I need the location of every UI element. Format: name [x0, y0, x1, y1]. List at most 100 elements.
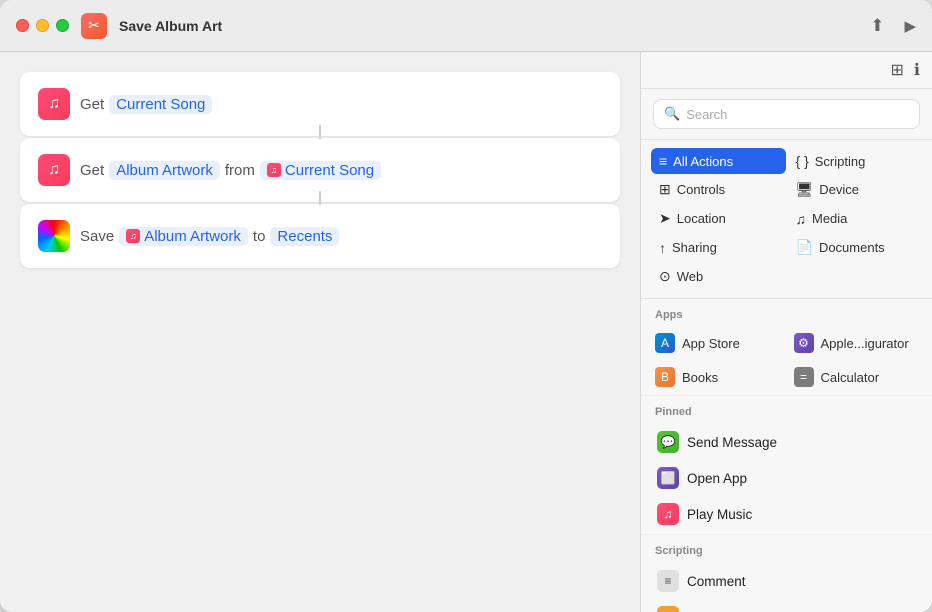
configurator-icon: ⚙ — [794, 333, 814, 353]
cat-media-label: Media — [812, 211, 847, 226]
pinned-play-music-label: Play Music — [687, 507, 752, 522]
cat-web[interactable]: ⊙ Web — [651, 263, 786, 290]
panel-header-buttons: ⊞ ℹ — [641, 52, 932, 89]
window-title: Save Album Art — [119, 18, 222, 34]
cat-documents[interactable]: 📄 Documents — [788, 234, 923, 261]
show-result-icon: ▣ — [657, 606, 679, 612]
add-button[interactable]: ⊞ — [891, 60, 904, 80]
app-item-books[interactable]: B Books — [649, 361, 786, 393]
actions-panel: ⊞ ℹ 🔍 ≡ All Actions { } Scripting — [640, 52, 932, 612]
scripting-comment[interactable]: ≡ Comment — [649, 563, 924, 599]
app-books-label: Books — [682, 370, 718, 385]
verb-1: Get — [80, 96, 104, 113]
action-text-3: Save ♫ Album Artwork to Recents — [80, 227, 339, 246]
cat-controls[interactable]: ⊞ Controls — [651, 176, 786, 203]
apps-grid: A App Store ⚙ Apple...igurator B Books =… — [641, 325, 932, 396]
search-input[interactable] — [686, 107, 909, 122]
pinned-section-label: Pinned — [641, 396, 932, 422]
app-configurator-label: Apple...igurator — [821, 336, 909, 351]
cat-all-actions[interactable]: ≡ All Actions — [651, 148, 786, 174]
pill-music-icon: ♫ — [267, 163, 281, 177]
scripting-list: ≡ Comment ▣ Show Result ⚠ Show Alert ? A… — [641, 561, 932, 612]
cat-location-label: Location — [677, 211, 726, 226]
cat-documents-icon: 📄 — [796, 239, 813, 256]
connector-from: from — [225, 162, 255, 179]
cat-device-label: Device — [819, 182, 859, 197]
pinned-open-app-label: Open App — [687, 471, 747, 486]
cat-web-label: Web — [677, 269, 704, 284]
action-text-2: Get Album Artwork from ♫ Current Song — [80, 161, 381, 180]
play-music-icon: ♫ — [657, 503, 679, 525]
search-bar: 🔍 — [641, 89, 932, 140]
appstore-icon: A — [655, 333, 675, 353]
close-button[interactable] — [16, 19, 29, 32]
search-icon: 🔍 — [664, 106, 680, 122]
categories-grid: ≡ All Actions { } Scripting ⊞ Controls 🖥… — [641, 140, 932, 299]
info-button[interactable]: ℹ — [914, 60, 920, 80]
cat-controls-label: Controls — [677, 182, 725, 197]
comment-icon: ≡ — [657, 570, 679, 592]
calculator-icon: = — [794, 367, 814, 387]
music-icon: ♫ — [38, 88, 70, 120]
verb-3: Save — [80, 228, 114, 245]
open-app-icon: ⬜ — [657, 467, 679, 489]
titlebar-actions: ⬆ ▶ — [870, 16, 916, 36]
cat-web-icon: ⊙ — [659, 268, 671, 285]
app-calculator-label: Calculator — [821, 370, 880, 385]
titlebar: ✂ Save Album Art ⬆ ▶ — [0, 0, 932, 52]
maximize-button[interactable] — [56, 19, 69, 32]
music-icon-2: ♫ — [38, 154, 70, 186]
cat-all-label: All Actions — [673, 154, 733, 169]
play-button[interactable]: ▶ — [904, 17, 916, 35]
cat-controls-icon: ⊞ — [659, 181, 671, 198]
pill-current-song-2[interactable]: ♫ Current Song — [260, 161, 381, 180]
cat-all-icon: ≡ — [659, 153, 667, 169]
cat-documents-label: Documents — [819, 240, 885, 255]
pill-recents[interactable]: Recents — [270, 227, 339, 246]
cat-sharing-label: Sharing — [672, 240, 717, 255]
minimize-button[interactable] — [36, 19, 49, 32]
pinned-send-message-label: Send Message — [687, 435, 777, 450]
cat-device[interactable]: 🖥 Device — [788, 176, 923, 203]
pinned-play-music[interactable]: ♫ Play Music — [649, 496, 924, 532]
photos-icon — [38, 220, 70, 252]
app-icon: ✂ — [81, 13, 107, 39]
action-text-1: Get Current Song — [80, 95, 212, 114]
pill-current-song[interactable]: Current Song — [109, 95, 212, 114]
search-input-wrap[interactable]: 🔍 — [653, 99, 920, 129]
content-area: ♫ Get Current Song ♫ Get Album Artwork f… — [0, 52, 932, 612]
send-message-icon: 💬 — [657, 431, 679, 453]
app-item-appstore[interactable]: A App Store — [649, 327, 786, 359]
share-button[interactable]: ⬆ — [870, 16, 884, 36]
cat-location[interactable]: ➤ Location — [651, 205, 786, 232]
cat-media[interactable]: ♫ Media — [788, 205, 923, 232]
scripting-comment-label: Comment — [687, 574, 746, 589]
scripting-section-label: Scripting — [641, 535, 932, 561]
pill-album-artwork-2[interactable]: ♫ Album Artwork — [119, 227, 248, 246]
pinned-open-app[interactable]: ⬜ Open App — [649, 460, 924, 496]
cat-scripting-icon: { } — [796, 153, 809, 169]
cat-scripting[interactable]: { } Scripting — [788, 148, 923, 174]
pinned-list: 💬 Send Message ⬜ Open App ♫ Play Music — [641, 422, 932, 535]
pill-music-icon-2: ♫ — [126, 229, 140, 243]
cat-device-icon: 🖥 — [796, 181, 814, 198]
app-appstore-label: App Store — [682, 336, 740, 351]
apps-section-label: Apps — [641, 299, 932, 325]
app-item-calculator[interactable]: = Calculator — [788, 361, 925, 393]
cat-location-icon: ➤ — [659, 210, 671, 227]
traffic-lights — [16, 19, 69, 32]
scripting-show-result[interactable]: ▣ Show Result — [649, 599, 924, 612]
connector-to: to — [253, 228, 266, 245]
action-save-album-artwork[interactable]: Save ♫ Album Artwork to Recents — [20, 204, 620, 268]
main-window: ✂ Save Album Art ⬆ ▶ ♫ Get Current Song … — [0, 0, 932, 612]
app-item-configurator[interactable]: ⚙ Apple...igurator — [788, 327, 925, 359]
cat-media-icon: ♫ — [796, 211, 807, 227]
pill-album-artwork[interactable]: Album Artwork — [109, 161, 220, 180]
verb-2: Get — [80, 162, 104, 179]
actions-list: Apps A App Store ⚙ Apple...igurator B Bo… — [641, 299, 932, 612]
cat-sharing[interactable]: ↑ Sharing — [651, 234, 786, 261]
pinned-send-message[interactable]: 💬 Send Message — [649, 424, 924, 460]
workflow-panel: ♫ Get Current Song ♫ Get Album Artwork f… — [0, 52, 640, 612]
books-icon: B — [655, 367, 675, 387]
cat-scripting-label: Scripting — [815, 154, 866, 169]
